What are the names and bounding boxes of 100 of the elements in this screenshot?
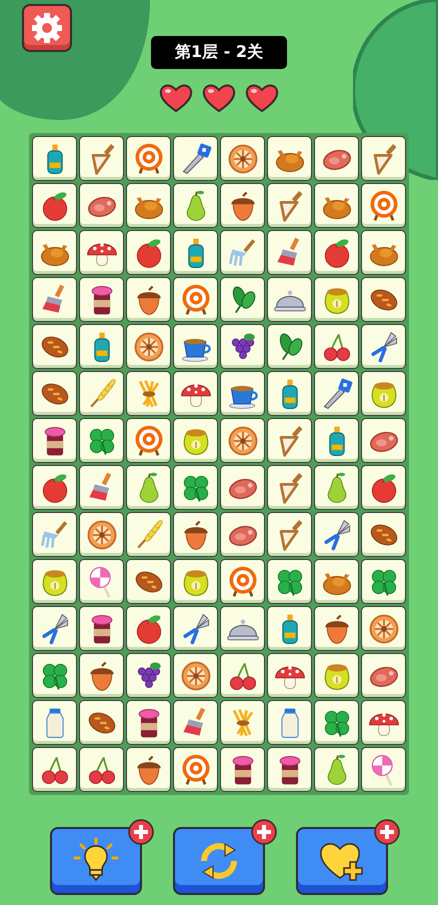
tile[interactable] [173, 700, 218, 745]
tile[interactable] [126, 465, 171, 510]
tile[interactable] [220, 324, 265, 369]
tile[interactable] [126, 512, 171, 557]
tile[interactable] [314, 747, 359, 792]
tile[interactable] [173, 418, 218, 463]
tile[interactable] [173, 653, 218, 698]
tile[interactable] [220, 559, 265, 604]
tile[interactable] [314, 277, 359, 322]
tile[interactable] [314, 465, 359, 510]
tile[interactable] [173, 136, 218, 181]
tile[interactable] [126, 747, 171, 792]
tile[interactable] [314, 700, 359, 745]
hint-button[interactable] [50, 827, 142, 895]
tile[interactable] [173, 230, 218, 275]
tile[interactable] [220, 371, 265, 416]
tile[interactable] [314, 606, 359, 651]
tile[interactable] [126, 371, 171, 416]
tile[interactable] [79, 371, 124, 416]
tile[interactable] [314, 512, 359, 557]
tile[interactable] [267, 700, 312, 745]
tile[interactable] [173, 324, 218, 369]
tile[interactable] [267, 371, 312, 416]
tile[interactable] [361, 559, 406, 604]
tile[interactable] [361, 465, 406, 510]
tile[interactable] [79, 512, 124, 557]
tile[interactable] [220, 183, 265, 228]
tile[interactable] [361, 747, 406, 792]
tile[interactable] [173, 371, 218, 416]
tile[interactable] [32, 230, 77, 275]
tile[interactable] [79, 700, 124, 745]
tile[interactable] [126, 324, 171, 369]
tile[interactable] [361, 653, 406, 698]
tile[interactable] [220, 747, 265, 792]
tile[interactable] [173, 277, 218, 322]
tile[interactable] [79, 747, 124, 792]
tile[interactable] [267, 418, 312, 463]
tile[interactable] [267, 512, 312, 557]
tile[interactable] [32, 183, 77, 228]
tile[interactable] [361, 371, 406, 416]
tile[interactable] [173, 183, 218, 228]
tile[interactable] [79, 230, 124, 275]
tile[interactable] [79, 559, 124, 604]
tile[interactable] [126, 277, 171, 322]
tile[interactable] [32, 559, 77, 604]
tile[interactable] [32, 371, 77, 416]
tile[interactable] [32, 512, 77, 557]
tile[interactable] [267, 559, 312, 604]
tile[interactable] [267, 277, 312, 322]
shuffle-button[interactable] [173, 827, 265, 895]
tile[interactable] [79, 277, 124, 322]
tile[interactable] [79, 465, 124, 510]
tile[interactable] [220, 512, 265, 557]
tile[interactable] [220, 465, 265, 510]
tile[interactable] [314, 230, 359, 275]
tile[interactable] [32, 465, 77, 510]
tile[interactable] [314, 183, 359, 228]
tile[interactable] [32, 747, 77, 792]
tile[interactable] [314, 418, 359, 463]
tile[interactable] [79, 606, 124, 651]
tile[interactable] [267, 606, 312, 651]
tile[interactable] [220, 418, 265, 463]
tile[interactable] [267, 747, 312, 792]
tile[interactable] [220, 230, 265, 275]
tile[interactable] [361, 606, 406, 651]
settings-button[interactable] [22, 4, 72, 52]
tile[interactable] [314, 371, 359, 416]
tile[interactable] [32, 324, 77, 369]
tile[interactable] [361, 324, 406, 369]
tile[interactable] [126, 230, 171, 275]
tile[interactable] [267, 230, 312, 275]
tile[interactable] [361, 183, 406, 228]
tile[interactable] [314, 559, 359, 604]
tile[interactable] [220, 653, 265, 698]
tile[interactable] [361, 277, 406, 322]
tile[interactable] [79, 418, 124, 463]
tile[interactable] [361, 418, 406, 463]
tile[interactable] [126, 700, 171, 745]
tile[interactable] [126, 559, 171, 604]
tile[interactable] [361, 512, 406, 557]
tile[interactable] [267, 324, 312, 369]
tile[interactable] [267, 465, 312, 510]
tile[interactable] [173, 747, 218, 792]
tile[interactable] [173, 559, 218, 604]
tile[interactable] [361, 136, 406, 181]
tile[interactable] [220, 136, 265, 181]
tile[interactable] [314, 136, 359, 181]
tile[interactable] [220, 700, 265, 745]
tile[interactable] [79, 183, 124, 228]
tile[interactable] [173, 606, 218, 651]
tile[interactable] [220, 277, 265, 322]
tile[interactable] [267, 183, 312, 228]
tile[interactable] [126, 183, 171, 228]
tile[interactable] [79, 136, 124, 181]
tile[interactable] [267, 136, 312, 181]
tile[interactable] [32, 418, 77, 463]
tile[interactable] [79, 324, 124, 369]
tile[interactable] [173, 465, 218, 510]
tile[interactable] [126, 136, 171, 181]
tile[interactable] [267, 653, 312, 698]
